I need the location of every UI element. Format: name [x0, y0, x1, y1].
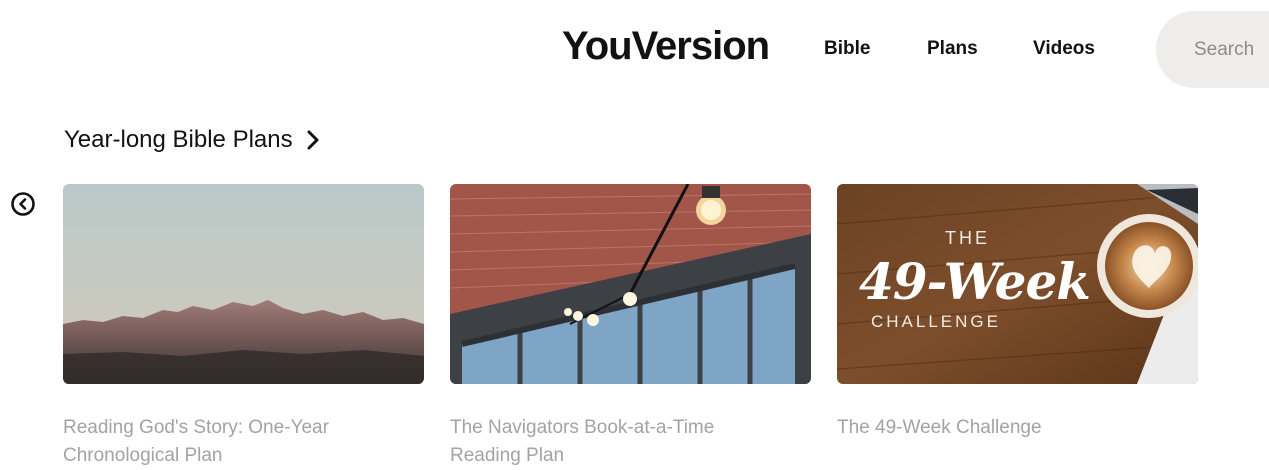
nav-plans[interactable]: Plans: [927, 38, 978, 60]
plan-card-image-coffee-table: THE 49-Week CHALLENGE: [837, 184, 1198, 384]
plan-card-title: Reading God's Story: One-Year Chronologi…: [63, 417, 329, 466]
chevron-right-icon: [303, 129, 323, 151]
circle-chevron-left-icon: [11, 192, 35, 216]
plan-card-image-mountain: [63, 184, 424, 384]
plan-card[interactable]: THE 49-Week CHALLENGE The 49-Week Challe…: [837, 184, 1198, 442]
nav-bible[interactable]: Bible: [824, 38, 870, 60]
plan-card[interactable]: Reading God's Story: One-Year Chronologi…: [63, 184, 424, 470]
plan-card-image-brick-building: [450, 184, 811, 384]
plan-card-title: The Navigators Book-at-a-Time Reading Pl…: [450, 417, 715, 466]
search-box[interactable]: [1156, 11, 1269, 88]
site-header: YouVersion Bible Plans Videos: [0, 0, 1269, 100]
carousel-prev-button[interactable]: [10, 191, 36, 217]
plan-card[interactable]: The Navigators Book-at-a-Time Reading Pl…: [450, 184, 811, 470]
nav-videos[interactable]: Videos: [1033, 38, 1095, 60]
search-input[interactable]: [1194, 11, 1269, 88]
section-title-link[interactable]: Year-long Bible Plans: [64, 126, 323, 154]
plan-card-title: The 49-Week Challenge: [837, 417, 1042, 438]
youversion-logo[interactable]: YouVersion: [562, 24, 770, 69]
section-title: Year-long Bible Plans: [64, 126, 293, 153]
plan-image-caption: THE 49-Week CHALLENGE: [859, 228, 1091, 331]
